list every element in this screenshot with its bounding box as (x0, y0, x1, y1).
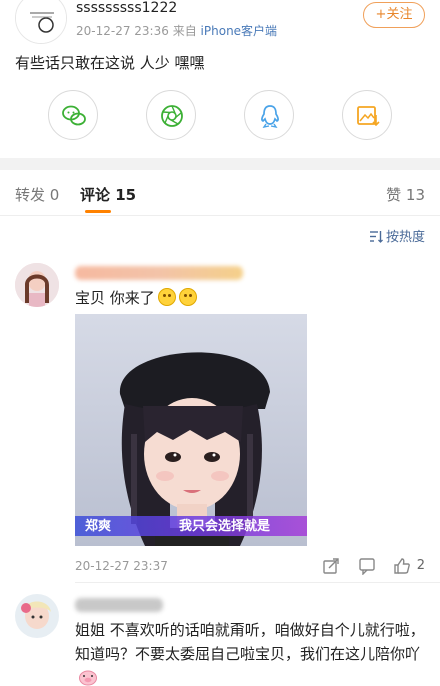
follow-button[interactable]: +关注 (363, 2, 425, 28)
portrait-illustration (75, 314, 307, 546)
share-moments-button[interactable] (146, 90, 196, 140)
post-source[interactable]: iPhone客户端 (201, 24, 278, 38)
tab-repost[interactable]: 转发 0 (15, 184, 59, 205)
post-text: 有些话只敢在这说 人少 嘿嘿 (15, 54, 205, 72)
comment-page: sssssssss1222 20-12-27 23:36 来自 iPhone客户… (0, 0, 440, 686)
smile-emoji-icon (157, 288, 176, 306)
tab-comments[interactable]: 评论 15 (80, 184, 136, 205)
comment-divider (75, 582, 440, 583)
sort-icon (369, 231, 383, 243)
save-image-button[interactable] (342, 90, 392, 140)
section-divider (0, 158, 440, 170)
post-header: sssssssss1222 20-12-27 23:36 来自 iPhone客户… (0, 0, 440, 44)
comment-text: 姐姐 不喜欢听的话咱就甭听，咱做好自个儿就行啦，知道吗？不要太委屈自己啦宝贝，我… (75, 618, 425, 686)
commenter-avatar[interactable] (15, 263, 59, 307)
author-username[interactable]: sssssssss1222 (76, 0, 177, 16)
share-row (0, 90, 440, 142)
comment-image[interactable]: 郑爽 我只会选择就是 (75, 314, 307, 546)
wechat-icon (62, 105, 86, 126)
save-image-icon (357, 106, 380, 127)
comment-time: 20-12-27 23:37 (75, 559, 168, 573)
sort-by-hot-button[interactable]: 按热度 (369, 226, 425, 245)
share-wechat-button[interactable] (48, 90, 98, 140)
image-caption-name: 郑爽 (85, 519, 112, 534)
commenter-name[interactable] (75, 598, 163, 612)
like-count: 2 (416, 558, 425, 573)
commenter-avatar[interactable] (15, 594, 59, 638)
tab-likes[interactable]: 赞 13 (386, 184, 425, 205)
image-caption-line: 我只会选择就是 (179, 519, 271, 534)
sort-label: 按热度 (385, 230, 425, 245)
like-icon[interactable] (393, 557, 411, 575)
pig-emoji-icon (79, 670, 97, 686)
reply-icon[interactable] (358, 557, 376, 575)
tab-bar: 转发 0 评论 15 赞 13 (0, 170, 440, 216)
smile-emoji-icon (178, 288, 197, 306)
comment-text: 宝贝 你来了 (75, 286, 197, 310)
moments-icon (161, 105, 183, 127)
post-meta: 20-12-27 23:36 来自 iPhone客户端 (76, 22, 277, 39)
commenter-name[interactable] (75, 266, 243, 280)
active-tab-indicator (85, 210, 111, 213)
qq-icon (261, 105, 279, 129)
source-prefix: 来自 (172, 24, 197, 38)
author-avatar[interactable] (15, 0, 67, 44)
share-icon[interactable] (322, 557, 340, 575)
share-qq-button[interactable] (244, 90, 294, 140)
post-time: 20-12-27 23:36 (76, 24, 169, 38)
